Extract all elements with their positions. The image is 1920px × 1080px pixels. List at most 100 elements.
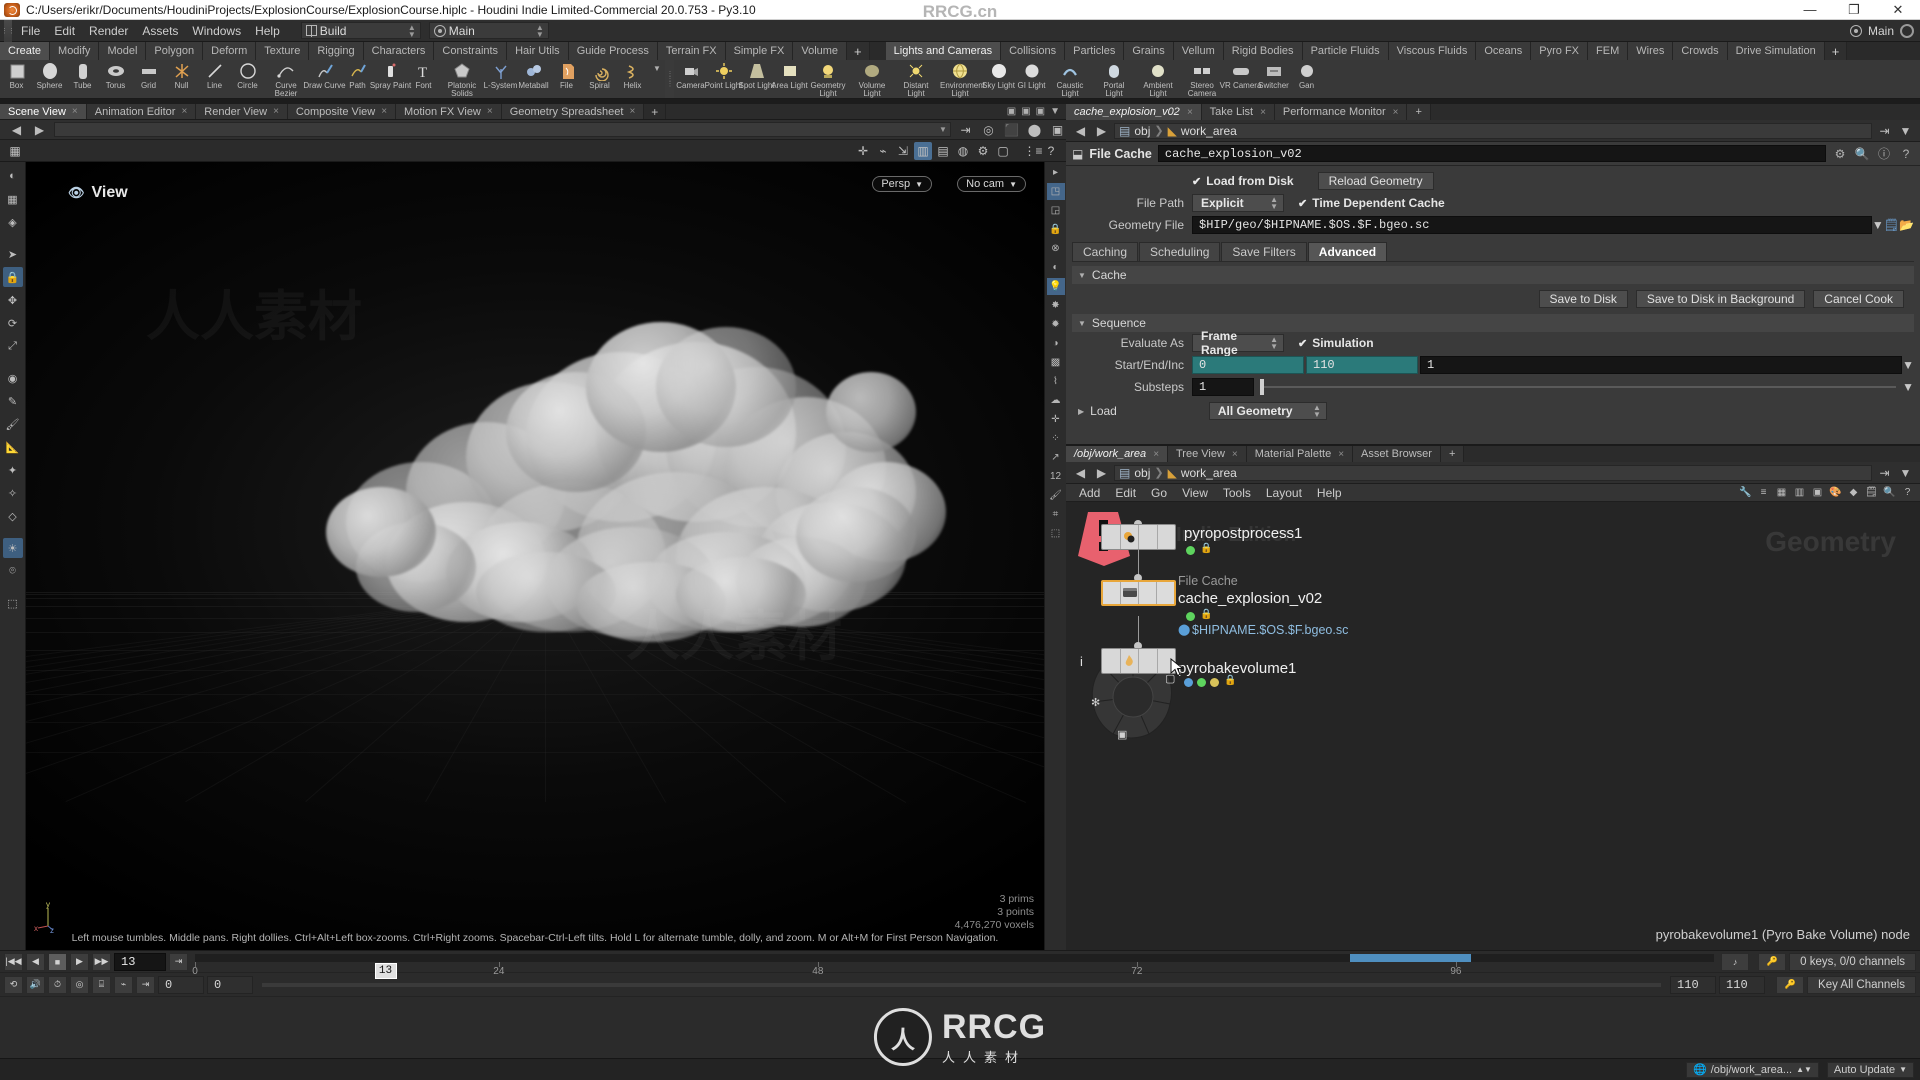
range-lock-button[interactable]: ⇥: [136, 975, 155, 994]
scene-tab-scene-view[interactable]: Scene View ×: [0, 104, 87, 119]
handle-tool-icon[interactable]: ◈: [3, 212, 23, 232]
stop-button[interactable]: ■: [48, 952, 67, 971]
shelf-tab-particles[interactable]: Particles: [1065, 42, 1125, 60]
close-icon[interactable]: ×: [273, 106, 279, 117]
range-slider[interactable]: [262, 982, 1662, 987]
camera-chip[interactable]: No cam ▼: [957, 176, 1026, 192]
shelf-tab-oceans[interactable]: Oceans: [1476, 42, 1532, 60]
cube-icon[interactable]: ⬛: [1003, 122, 1020, 138]
shelf-tool-null[interactable]: Null: [165, 60, 198, 98]
menu-edit[interactable]: Edit: [47, 22, 82, 40]
shelf-tool-gan[interactable]: Gan: [1290, 60, 1323, 98]
shelf-tab-texture[interactable]: Texture: [256, 42, 310, 60]
timeline-range-bar[interactable]: [195, 953, 1715, 962]
arrow-select-icon[interactable]: ➤: [3, 244, 23, 264]
shelf-tool-font[interactable]: T Font: [407, 60, 440, 98]
grid-menu-icon[interactable]: ▦: [6, 142, 24, 160]
global-start-field[interactable]: 0: [158, 975, 204, 994]
node-info-icon[interactable]: i: [1080, 654, 1083, 669]
network-grid-icon[interactable]: ▦: [1774, 486, 1789, 500]
simulation-checkbox[interactable]: ✔ Simulation: [1298, 336, 1374, 350]
close-icon[interactable]: ×: [72, 106, 78, 117]
playhead[interactable]: 13: [374, 962, 397, 979]
step-back-button[interactable]: ◀: [26, 952, 45, 971]
geometry-file-browse-icon[interactable]: 📂: [1899, 218, 1914, 232]
shelf-tool-vr-camera[interactable]: VR Camera: [1220, 60, 1261, 98]
menu-assets[interactable]: Assets: [135, 22, 185, 40]
display-flag-icon[interactable]: [1186, 546, 1195, 555]
maximize-pane-icon[interactable]: ▣: [1036, 106, 1045, 117]
shelf-tool-line[interactable]: Line: [198, 60, 231, 98]
normals-icon[interactable]: ↗: [1047, 449, 1065, 466]
displacement-icon[interactable]: ⌇: [1047, 373, 1065, 390]
param-tab-cache-explosion-v02[interactable]: cache_explosion_v02 ×: [1066, 104, 1202, 120]
display-flag-icon-3[interactable]: [1197, 678, 1206, 687]
lighting-icon[interactable]: 💡: [1046, 278, 1065, 295]
key-all-icon-button[interactable]: 🔑: [1776, 975, 1805, 994]
tree-options-icon[interactable]: ⋮≡: [1024, 142, 1043, 160]
load-section-header[interactable]: ▶ Load All Geometry ▲ ▼: [1072, 402, 1914, 420]
network-search-icon[interactable]: 🔍: [1882, 486, 1897, 500]
crumb-obj[interactable]: obj: [1134, 124, 1150, 138]
file-path-spinner-icon[interactable]: ▲ ▼: [1267, 196, 1281, 211]
select-tool-icon[interactable]: ▦: [3, 189, 23, 209]
playback-end-field[interactable]: 110: [1670, 975, 1717, 994]
shelf-tab-guide-process[interactable]: Guide Process: [568, 42, 658, 60]
display-options-icon[interactable]: ▥: [914, 141, 932, 160]
save-to-disk-button[interactable]: Save to Disk: [1538, 290, 1628, 308]
shelf-splitter[interactable]: ⋮ ⋮ ⋮: [665, 60, 674, 98]
material-icon[interactable]: ◐: [1047, 259, 1065, 276]
forward-arrow-icon[interactable]: ▶: [31, 122, 48, 138]
shelf-tool-l-system[interactable]: L-System: [484, 60, 517, 98]
xray-icon[interactable]: ⊗: [1047, 240, 1065, 257]
close-icon[interactable]: ×: [629, 106, 635, 117]
sequence-start-field[interactable]: 0: [1192, 356, 1304, 374]
network-snapshot-icon[interactable]: ▣: [1810, 486, 1825, 500]
network-tab-material-palette[interactable]: Material Palette ×: [1246, 446, 1354, 462]
network-breadcrumb[interactable]: ▤ obj ❯ ◣ work_area: [1114, 464, 1872, 481]
param-subtab-caching[interactable]: Caching: [1072, 242, 1139, 261]
close-icon[interactable]: ×: [181, 106, 187, 117]
wireframe-mode-icon[interactable]: ◲: [1047, 202, 1065, 219]
param-back-icon[interactable]: ◀: [1072, 123, 1089, 139]
cache-section-header[interactable]: ▼ Cache: [1072, 266, 1914, 284]
shelf-tool-geometry-light[interactable]: Geometry Light: [806, 60, 850, 98]
scene-tab-motion-fx-view[interactable]: Motion FX View ×: [396, 104, 502, 119]
view-tool-icon[interactable]: ◐: [3, 166, 23, 186]
settings-icon[interactable]: ⚙: [974, 142, 992, 160]
close-icon[interactable]: ×: [487, 106, 493, 117]
path-dropdown-icon[interactable]: ▼: [936, 125, 950, 134]
shelf-tool-ambient-light[interactable]: Ambient Light: [1136, 60, 1180, 98]
scene-tab-geometry-spreadsheet[interactable]: Geometry Spreadsheet ×: [501, 104, 645, 119]
network-tab-asset-browser[interactable]: Asset Browser: [1353, 446, 1441, 462]
shelf-tab-viscous-fluids[interactable]: Viscous Fluids: [1388, 42, 1477, 60]
shelf-tab-simple-fx[interactable]: Simple FX: [725, 42, 794, 60]
key-icon-button[interactable]: 🔑: [1758, 952, 1787, 971]
network-wrench-icon[interactable]: 🔧: [1738, 486, 1753, 500]
shelf-tool-portal-light[interactable]: Portal Light: [1092, 60, 1136, 98]
shelf-tool-camera[interactable]: Camera: [674, 60, 707, 98]
shelf-tab-grains[interactable]: Grains: [1124, 42, 1174, 60]
view-mode-chip[interactable]: Persp ▼: [872, 176, 932, 192]
network-menu-edit[interactable]: Edit: [1108, 485, 1143, 501]
cache-collapse-icon[interactable]: ▼: [1078, 271, 1086, 280]
build-spinner-icon[interactable]: ▲ ▼: [406, 23, 418, 38]
close-icon[interactable]: ×: [1393, 107, 1399, 118]
network-menu-help[interactable]: Help: [1310, 485, 1349, 501]
loop-button[interactable]: ⟲: [4, 975, 23, 994]
jump-start-button[interactable]: |◀◀: [4, 952, 23, 971]
geometry-file-field[interactable]: $HIP/geo/$HIPNAME.$OS.$F.bgeo.sc: [1192, 216, 1872, 234]
menu-help[interactable]: Help: [248, 22, 287, 40]
param-pin-icon[interactable]: ⇥: [1876, 123, 1893, 139]
current-frame-field[interactable]: 13: [114, 952, 166, 971]
param-search-icon[interactable]: 🔍: [1854, 147, 1870, 161]
brush-icon[interactable]: ✎: [3, 391, 23, 411]
shelf-tool-point-light[interactable]: Point Light: [705, 60, 742, 98]
background-icon[interactable]: ▩: [1047, 354, 1065, 371]
geometry-file-edit-icon[interactable]: 🗒: [1884, 218, 1899, 232]
evaluate-as-menu[interactable]: Frame Range ▲ ▼: [1192, 329, 1284, 357]
realtime-button[interactable]: ⏱: [48, 975, 67, 994]
network-menu-go[interactable]: Go: [1144, 485, 1174, 501]
network-tab-tree-view[interactable]: Tree View ×: [1168, 446, 1247, 462]
bound-icon[interactable]: ⬚: [1047, 525, 1065, 542]
